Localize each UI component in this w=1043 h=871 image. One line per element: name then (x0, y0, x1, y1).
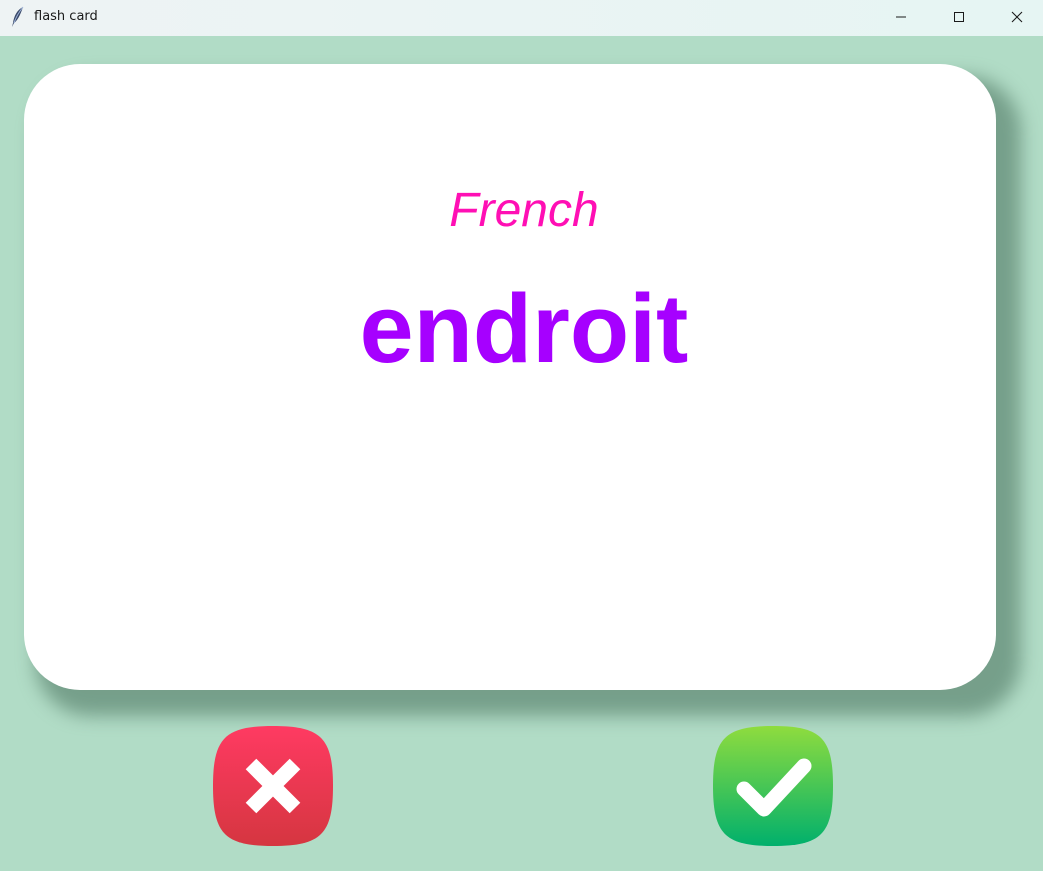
minimize-icon (895, 11, 907, 23)
maximize-button[interactable] (930, 0, 988, 34)
right-answer-button[interactable] (713, 726, 833, 846)
checkmark-icon (713, 726, 833, 846)
minimize-button[interactable] (872, 0, 930, 34)
app-canvas: French endroit (0, 36, 1043, 871)
card-language-label: French (449, 184, 599, 237)
card-word: endroit (359, 274, 689, 383)
window-title: flash card (34, 9, 98, 24)
title-bar: flash card (0, 0, 1043, 36)
close-icon (1011, 11, 1023, 23)
feather-icon (9, 6, 27, 28)
maximize-icon (953, 11, 965, 23)
close-button[interactable] (988, 0, 1043, 34)
x-cross-icon (213, 726, 333, 846)
wrong-answer-button[interactable] (213, 726, 333, 846)
